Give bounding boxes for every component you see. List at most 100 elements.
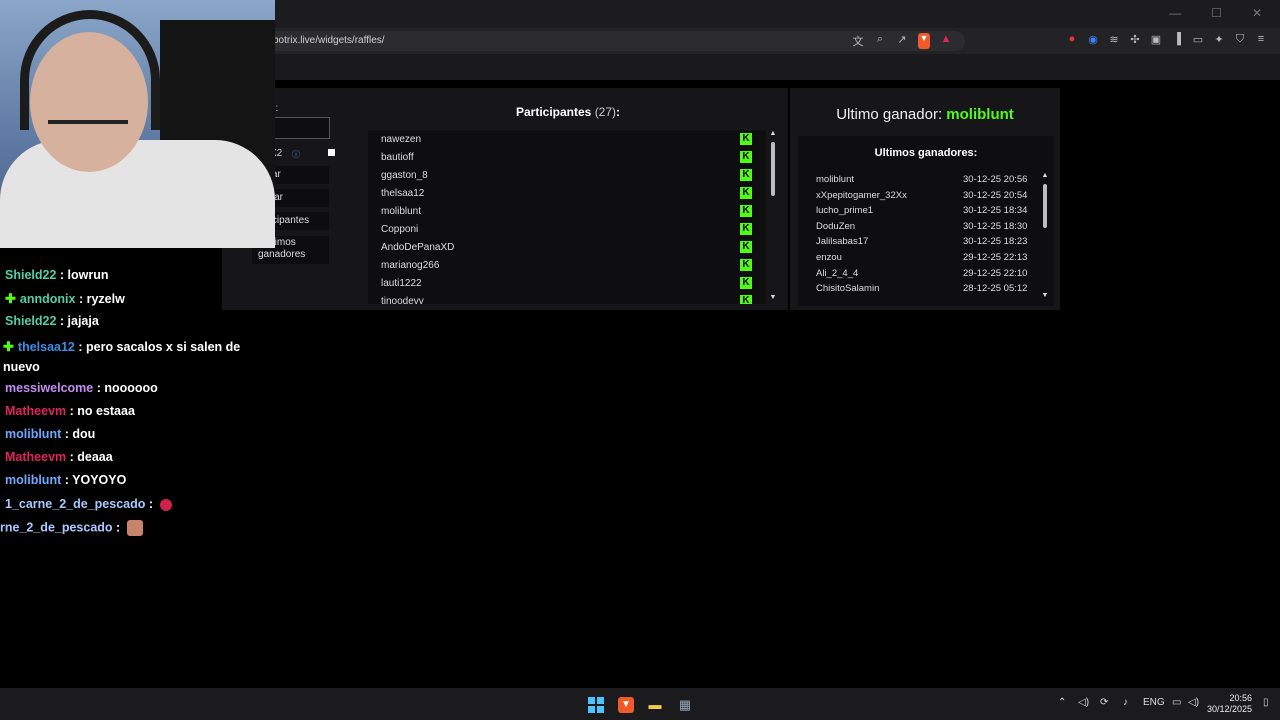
translate-icon[interactable]: 文 bbox=[852, 33, 864, 49]
participant-row: ggaston_8 K bbox=[368, 166, 766, 184]
calculator-icon[interactable]: ▦ bbox=[677, 697, 693, 713]
close-button[interactable]: ✕ bbox=[1252, 6, 1262, 20]
windows-start-icon[interactable] bbox=[588, 697, 604, 713]
brave-browser-icon[interactable]: ▼ bbox=[618, 697, 634, 713]
winners-title: Ultimos ganadores: bbox=[874, 147, 978, 159]
participants-count: (27) bbox=[594, 105, 617, 119]
url-text[interactable]: botrix.live/widgets/raffles/ bbox=[273, 35, 385, 46]
kick-icon: K bbox=[740, 241, 752, 253]
extension-tilde-icon[interactable]: ≋ bbox=[1108, 33, 1120, 46]
participant-row: tinoodevv K bbox=[368, 292, 766, 304]
winner-name: lucho_prime1 bbox=[816, 205, 874, 217]
scroll-thumb[interactable] bbox=[771, 142, 775, 196]
clock[interactable]: 20:56 30/12/2025 bbox=[1206, 693, 1252, 715]
participant-row: AndoDePanaXD K bbox=[368, 238, 766, 256]
chat-username: Matheevm bbox=[5, 404, 67, 418]
chat-message: ✚ thelsaa12 : pero sacalos x si salen de … bbox=[3, 339, 241, 374]
chat-username: moliblunt bbox=[5, 427, 62, 441]
minimize-button[interactable]: — bbox=[1169, 6, 1181, 20]
winner-row: DoduZen 30-12-25 18:30 bbox=[806, 218, 1038, 234]
window-controls: — ☐ ✕ bbox=[1169, 6, 1262, 20]
puzzle-icon[interactable]: ✣ bbox=[1129, 33, 1141, 46]
share-icon[interactable]: ↗ bbox=[896, 33, 908, 49]
winner-name: Ali_2_4_4 bbox=[816, 267, 859, 279]
participants-scrollbar[interactable]: ▲ ▼ bbox=[769, 130, 777, 304]
winners-list: moliblunt 30-12-25 20:56 xXpepitogamer_32X… bbox=[806, 171, 1038, 302]
tray-chevron-icon[interactable]: ⌃ bbox=[1058, 697, 1066, 708]
record-icon[interactable]: ● bbox=[1066, 33, 1078, 46]
kick-icon: K bbox=[740, 295, 752, 304]
emote-icon bbox=[160, 498, 173, 511]
language-indicator[interactable]: ENG bbox=[1143, 697, 1165, 708]
participant-row: bautioff K bbox=[368, 148, 766, 166]
participant-name: AndoDePanaXD bbox=[381, 242, 455, 253]
chat-message: moliblunt : dou bbox=[5, 427, 96, 441]
webcam-shirt bbox=[0, 140, 275, 248]
participant-name: bautioff bbox=[381, 152, 414, 163]
winner-name: enzou bbox=[816, 251, 842, 263]
chat-username: 1_carne_2_de_pescado bbox=[5, 497, 146, 511]
chat-message: messiwelcome : noooooo bbox=[5, 381, 158, 395]
winner-date: 30-12-25 18:23 bbox=[963, 236, 1028, 248]
chat-username: Matheevm bbox=[5, 450, 67, 464]
kick-icon: K bbox=[740, 223, 752, 235]
wallet-icon[interactable]: ▭ bbox=[1192, 33, 1204, 46]
winners-scrollbar[interactable]: ▲ ▼ bbox=[1041, 172, 1049, 302]
chat-message: rne_2_de_pescado : bbox=[0, 520, 143, 536]
chat-text: YOYOYO bbox=[72, 473, 127, 487]
menu-icon[interactable]: ≡ bbox=[1255, 33, 1267, 46]
sync-icon[interactable]: ⟳ bbox=[1100, 697, 1108, 708]
chat-message: Matheevm : no estaaa bbox=[5, 404, 135, 418]
info-icon[interactable]: ⓘ bbox=[292, 149, 300, 160]
brave-rewards-icon[interactable]: ▲ bbox=[940, 33, 952, 49]
winner-row: lucho_prime1 30-12-25 18:34 bbox=[806, 202, 1038, 218]
chat-text: jajaja bbox=[67, 314, 99, 328]
winner-date: 29-12-25 22:13 bbox=[963, 251, 1028, 263]
kick-icon: K bbox=[740, 187, 752, 199]
extension-icons: ● ◉ ≋ ✣ ▣ ▐ ▭ ✦ ⛉ ≡ bbox=[1066, 33, 1267, 46]
participant-name: marianog266 bbox=[381, 260, 440, 271]
scroll-up-icon[interactable]: ▲ bbox=[769, 130, 777, 140]
chat-text: deaaa bbox=[77, 450, 113, 464]
microphone-icon[interactable]: ♪ bbox=[1123, 697, 1128, 708]
x2-checkbox[interactable] bbox=[328, 149, 335, 156]
sidebar-icon[interactable]: ▐ bbox=[1171, 33, 1183, 46]
winner-name: Jalilsabas17 bbox=[816, 236, 869, 248]
zoom-icon[interactable]: ⌕ bbox=[874, 33, 886, 49]
winner-name: moliblunt bbox=[816, 174, 855, 185]
winner-row: Jalilsabas17 30-12-25 18:23 bbox=[806, 233, 1038, 249]
network-icon[interactable]: ▭ bbox=[1172, 697, 1181, 708]
url-actions: 文 ⌕ ↗ ▼ ▲ bbox=[852, 33, 952, 49]
scroll-down-icon[interactable]: ▼ bbox=[1041, 292, 1049, 302]
chat-text: lowrun bbox=[67, 268, 109, 282]
winner-row: enzou 29-12-25 22:13 bbox=[806, 249, 1038, 265]
leo-ai-icon[interactable]: ✦ bbox=[1213, 33, 1225, 46]
volume-icon[interactable]: ◁) bbox=[1078, 697, 1089, 708]
chat-username: moliblunt bbox=[5, 473, 62, 487]
extension-blue-icon[interactable]: ◉ bbox=[1087, 33, 1099, 46]
chat-message: 1_carne_2_de_pescado : bbox=[5, 497, 173, 511]
chat-message: Shield22 : lowrun bbox=[5, 268, 109, 282]
participant-name: Copponi bbox=[381, 224, 419, 235]
reader-icon[interactable]: ▣ bbox=[1150, 33, 1162, 46]
scroll-thumb[interactable] bbox=[1043, 184, 1047, 228]
sub-badge-icon: ✚ bbox=[3, 339, 14, 354]
chat-username: anndonix bbox=[19, 292, 76, 306]
file-explorer-icon[interactable]: ▬ bbox=[647, 697, 663, 713]
chat-message: ✚ anndonix : ryzelw bbox=[5, 291, 125, 306]
scroll-down-icon[interactable]: ▼ bbox=[769, 294, 777, 304]
participant-row: nawezen K bbox=[368, 130, 766, 148]
notifications-icon[interactable]: ▯ bbox=[1263, 697, 1269, 708]
chat-username: rne_2_de_pescado bbox=[0, 520, 113, 535]
maximize-button[interactable]: ☐ bbox=[1211, 6, 1222, 20]
winner-row: moliblunt 30-12-25 20:56 bbox=[806, 171, 1038, 187]
participant-row: marianog266 K bbox=[368, 256, 766, 274]
speaker-icon[interactable]: ◁) bbox=[1188, 697, 1199, 708]
scroll-up-icon[interactable]: ▲ bbox=[1041, 172, 1049, 182]
brave-shields-icon[interactable]: ▼ bbox=[918, 33, 930, 49]
participant-row: thelsaa12 K bbox=[368, 184, 766, 202]
chat-message: Matheevm : deaaa bbox=[5, 450, 113, 464]
winner-name: ChisitoSalamin bbox=[816, 283, 880, 295]
vpn-shield-icon[interactable]: ⛉ bbox=[1234, 33, 1246, 46]
participant-row: lauti1222 K bbox=[368, 274, 766, 292]
